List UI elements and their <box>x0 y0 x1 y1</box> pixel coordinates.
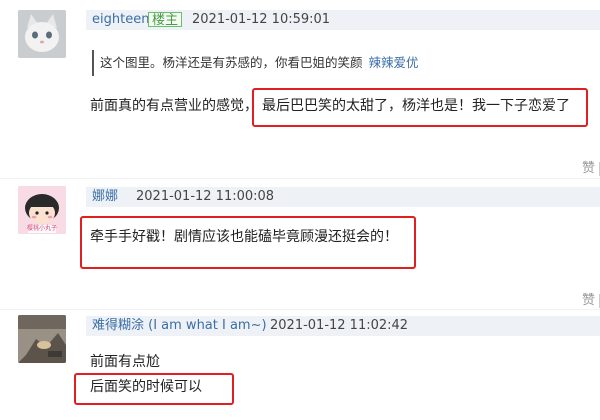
username[interactable]: 难得糊涂 (I am what I am~) <box>92 318 267 334</box>
avatar-photo[interactable] <box>18 315 66 363</box>
comment-text-highlighted: 牵手手好戳！剧情应该也能磕毕竟顾漫还挺会的！ <box>90 229 398 245</box>
like-button[interactable]: 赞 <box>582 289 600 308</box>
timestamp: 2021-01-12 10:59:01 <box>192 12 331 27</box>
quote-text: 这个图里。杨洋还是有苏感的，你看巴姐的笑颜 <box>100 55 363 70</box>
owner-badge: 楼主 <box>148 12 183 28</box>
avatar-chibi-maruko[interactable]: 樱桃小丸子 <box>18 186 66 234</box>
comment-text-plain: 前面真的有点营业的感觉， <box>90 98 258 114</box>
like-label: 赞 <box>581 161 595 176</box>
timestamp: 2021-01-12 11:02:42 <box>270 318 409 333</box>
comment-header: eighteen 楼主 2021-01-12 10:59:01 <box>86 10 600 30</box>
username[interactable]: eighteen <box>92 12 149 28</box>
cat-avatar-icon <box>18 10 66 58</box>
comment-text-highlighted: 最后巴巴笑的太甜了，杨洋也是！我一下子恋爱了 <box>262 98 570 114</box>
comment-separator <box>0 178 600 179</box>
avatar-cat[interactable] <box>18 10 66 58</box>
avatar-caption: 樱桃小丸子 <box>26 225 57 232</box>
quoted-reply: 这个图里。杨洋还是有苏感的，你看巴姐的笑颜 辣辣爱优 <box>92 50 419 76</box>
comment-header: 娜娜 2021-01-12 11:00:08 <box>86 187 600 207</box>
timestamp: 2021-01-12 11:00:08 <box>136 189 275 204</box>
comment-header: 难得糊涂 (I am what I am~) 2021-01-12 11:02:… <box>86 316 600 336</box>
quote-author[interactable]: 辣辣爱优 <box>369 55 419 70</box>
comment-text-line: 前面有点尬 <box>90 354 160 370</box>
username[interactable]: 娜娜 <box>92 189 118 205</box>
comment-text-highlighted: 后面笑的时候可以 <box>90 379 202 395</box>
comment-separator <box>0 309 600 310</box>
photo-avatar-icon <box>18 315 66 363</box>
like-button[interactable]: 赞 <box>582 157 600 176</box>
like-label: 赞 <box>581 293 595 308</box>
